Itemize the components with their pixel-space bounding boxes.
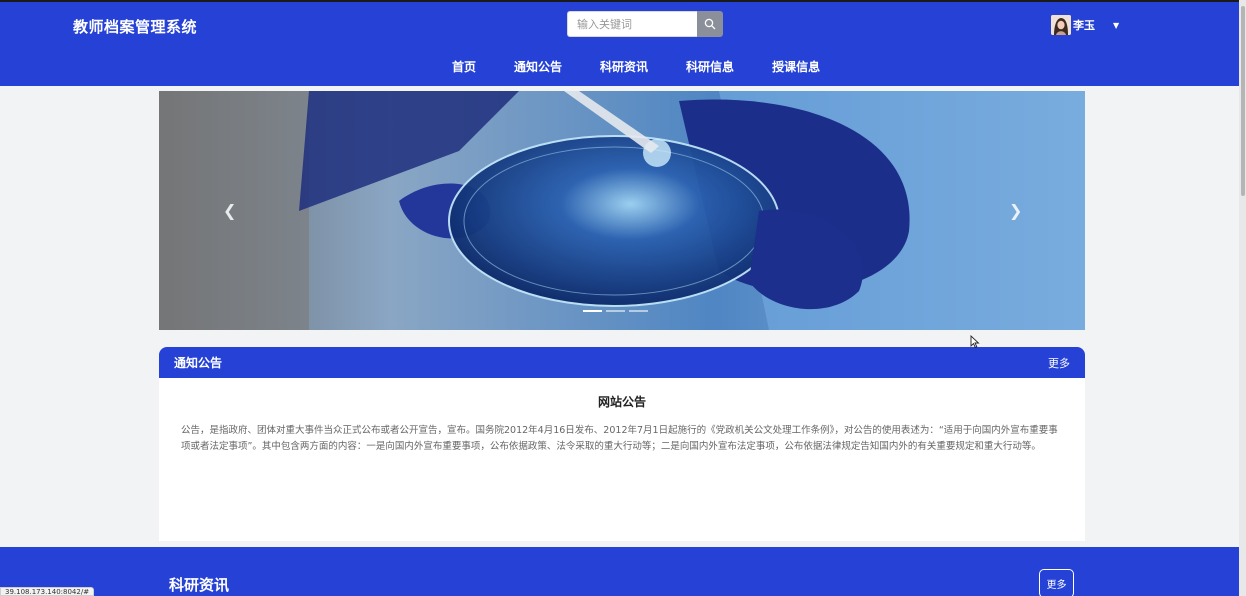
top-header: 教师档案管理系统 李玉 ▼ 首页 通知公告 科研资讯 科研信息 授课信息	[0, 0, 1246, 86]
carousel-prev-icon[interactable]: ❮	[223, 201, 236, 220]
nav-notice[interactable]: 通知公告	[495, 58, 581, 75]
scrollbar-thumb[interactable]	[1241, 6, 1245, 196]
notice-item-title[interactable]: 网站公告	[159, 393, 1085, 410]
research-section: 科研资讯 更多	[0, 547, 1246, 596]
notice-more-link[interactable]: 更多	[1048, 355, 1070, 371]
notice-section-title: 通知公告	[174, 356, 223, 370]
banner-image	[159, 91, 1085, 330]
nav-research-news[interactable]: 科研资讯	[581, 58, 667, 75]
carousel-dot-2[interactable]	[606, 310, 625, 312]
carousel-dot-3[interactable]	[629, 310, 648, 312]
search-icon	[704, 18, 716, 30]
carousel-dot-1[interactable]	[583, 310, 602, 312]
site-title[interactable]: 教师档案管理系统	[73, 16, 197, 37]
avatar	[1051, 15, 1071, 35]
search-button[interactable]	[697, 11, 723, 37]
notice-panel-body: 网站公告 公告，是指政府、团体对重大事件当众正式公布或者公开宣告，宣布。国务院2…	[159, 378, 1085, 541]
main-nav: 首页 通知公告 科研资讯 科研信息 授课信息	[433, 58, 839, 75]
carousel-indicators	[583, 310, 648, 312]
search-box	[567, 11, 723, 37]
nav-home[interactable]: 首页	[433, 58, 495, 75]
carousel-next-icon[interactable]: ❯	[1009, 201, 1022, 220]
nav-teaching-info[interactable]: 授课信息	[753, 58, 839, 75]
caret-down-icon: ▼	[1113, 20, 1120, 30]
banner-carousel[interactable]: ❮ ❯	[159, 91, 1085, 330]
search-input[interactable]	[567, 11, 697, 37]
notice-item-text: 公告，是指政府、团体对重大事件当众正式公布或者公开宣告，宣布。国务院2012年4…	[181, 425, 1058, 452]
research-section-title: 科研资讯	[169, 576, 230, 594]
research-more-button[interactable]: 更多	[1039, 569, 1074, 596]
notice-panel-header: 通知公告 更多	[159, 347, 1085, 378]
status-bar-url: 39.108.173.140:8042/#	[0, 587, 95, 596]
mouse-cursor-icon	[970, 335, 980, 349]
user-name: 李玉	[1073, 19, 1095, 32]
nav-research-info[interactable]: 科研信息	[667, 58, 753, 75]
user-menu[interactable]: 李玉 ▼	[1051, 14, 1119, 36]
